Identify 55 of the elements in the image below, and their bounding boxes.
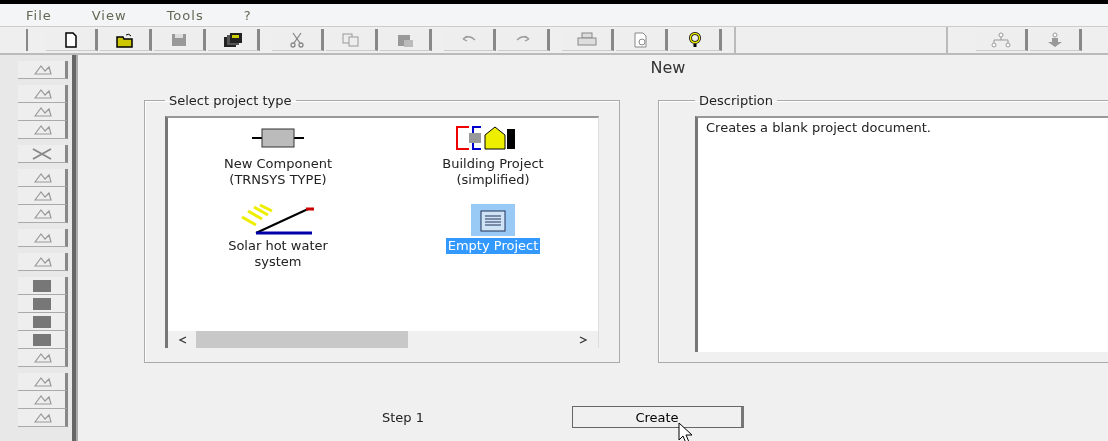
key-tool-button[interactable] xyxy=(18,205,68,223)
redo-button[interactable] xyxy=(498,29,550,51)
project-type-label[interactable]: Solar hot water system xyxy=(226,238,330,270)
down-arrow-button[interactable] xyxy=(1030,29,1082,51)
scroll-left-icon[interactable] xyxy=(178,334,188,345)
copy-icon xyxy=(340,31,361,48)
print-icon xyxy=(576,31,597,48)
grid-tool-button[interactable] xyxy=(18,295,68,313)
folder-button[interactable] xyxy=(100,29,152,51)
print-button[interactable] xyxy=(562,29,614,51)
project-type-label[interactable]: New Component (TRNSYS TYPE) xyxy=(222,156,334,188)
save-all-button[interactable] xyxy=(208,29,260,51)
pointer-tool-button[interactable] xyxy=(18,61,68,79)
truck-tool-button[interactable] xyxy=(18,331,68,349)
description-text: Creates a blank project document. xyxy=(695,116,1108,352)
folder-icon xyxy=(114,31,135,48)
save-all-icon xyxy=(222,31,243,48)
group-legend: Description xyxy=(695,93,778,108)
cut-button[interactable] xyxy=(272,29,324,51)
scroll-right-icon[interactable] xyxy=(578,334,588,345)
pen-tool-button[interactable] xyxy=(18,391,68,409)
menu-item[interactable]: File xyxy=(26,7,52,23)
frame-tool-button[interactable] xyxy=(18,121,68,139)
empty-project-icon[interactable] xyxy=(471,204,515,236)
step-label: Step 1 xyxy=(382,409,425,425)
horizontal-scrollbar[interactable] xyxy=(168,331,598,348)
hand-tool-button[interactable] xyxy=(18,85,68,103)
help-button[interactable] xyxy=(670,29,722,51)
new-file-button[interactable] xyxy=(46,29,98,51)
grid-tool-button[interactable] xyxy=(18,277,68,295)
arrow-box-tool-button[interactable] xyxy=(18,349,68,367)
panel-title: New xyxy=(649,57,687,79)
connection-tool-button[interactable] xyxy=(18,229,68,247)
mouse-pointer-icon xyxy=(678,422,694,441)
copy-button[interactable] xyxy=(326,29,378,51)
create-button[interactable]: Create xyxy=(572,406,744,428)
scroll-thumb[interactable] xyxy=(196,331,408,348)
undo-button[interactable] xyxy=(444,29,496,51)
menu-item[interactable]: ? xyxy=(243,7,252,23)
runner-tool-button[interactable] xyxy=(18,409,68,427)
menu-item[interactable]: Tools xyxy=(166,7,204,23)
project-type-label[interactable]: Building Project (simplified) xyxy=(440,156,546,188)
hierarchy-icon xyxy=(990,31,1011,48)
paste-button[interactable] xyxy=(380,29,432,51)
delete-tool-button[interactable] xyxy=(18,145,68,163)
text-tool-button[interactable] xyxy=(18,253,68,271)
info-tool-button[interactable] xyxy=(18,169,68,187)
menu-item[interactable]: View xyxy=(91,7,127,23)
hierarchy-button[interactable] xyxy=(976,29,1028,51)
document-tool-button[interactable] xyxy=(18,373,68,391)
project-type-label[interactable]: Empty Project xyxy=(445,238,541,254)
zoom-tool-button[interactable] xyxy=(18,103,68,121)
group-legend: Select project type xyxy=(165,93,296,108)
dots-tool-button[interactable] xyxy=(18,187,68,205)
plug-tool-button[interactable] xyxy=(18,313,68,331)
